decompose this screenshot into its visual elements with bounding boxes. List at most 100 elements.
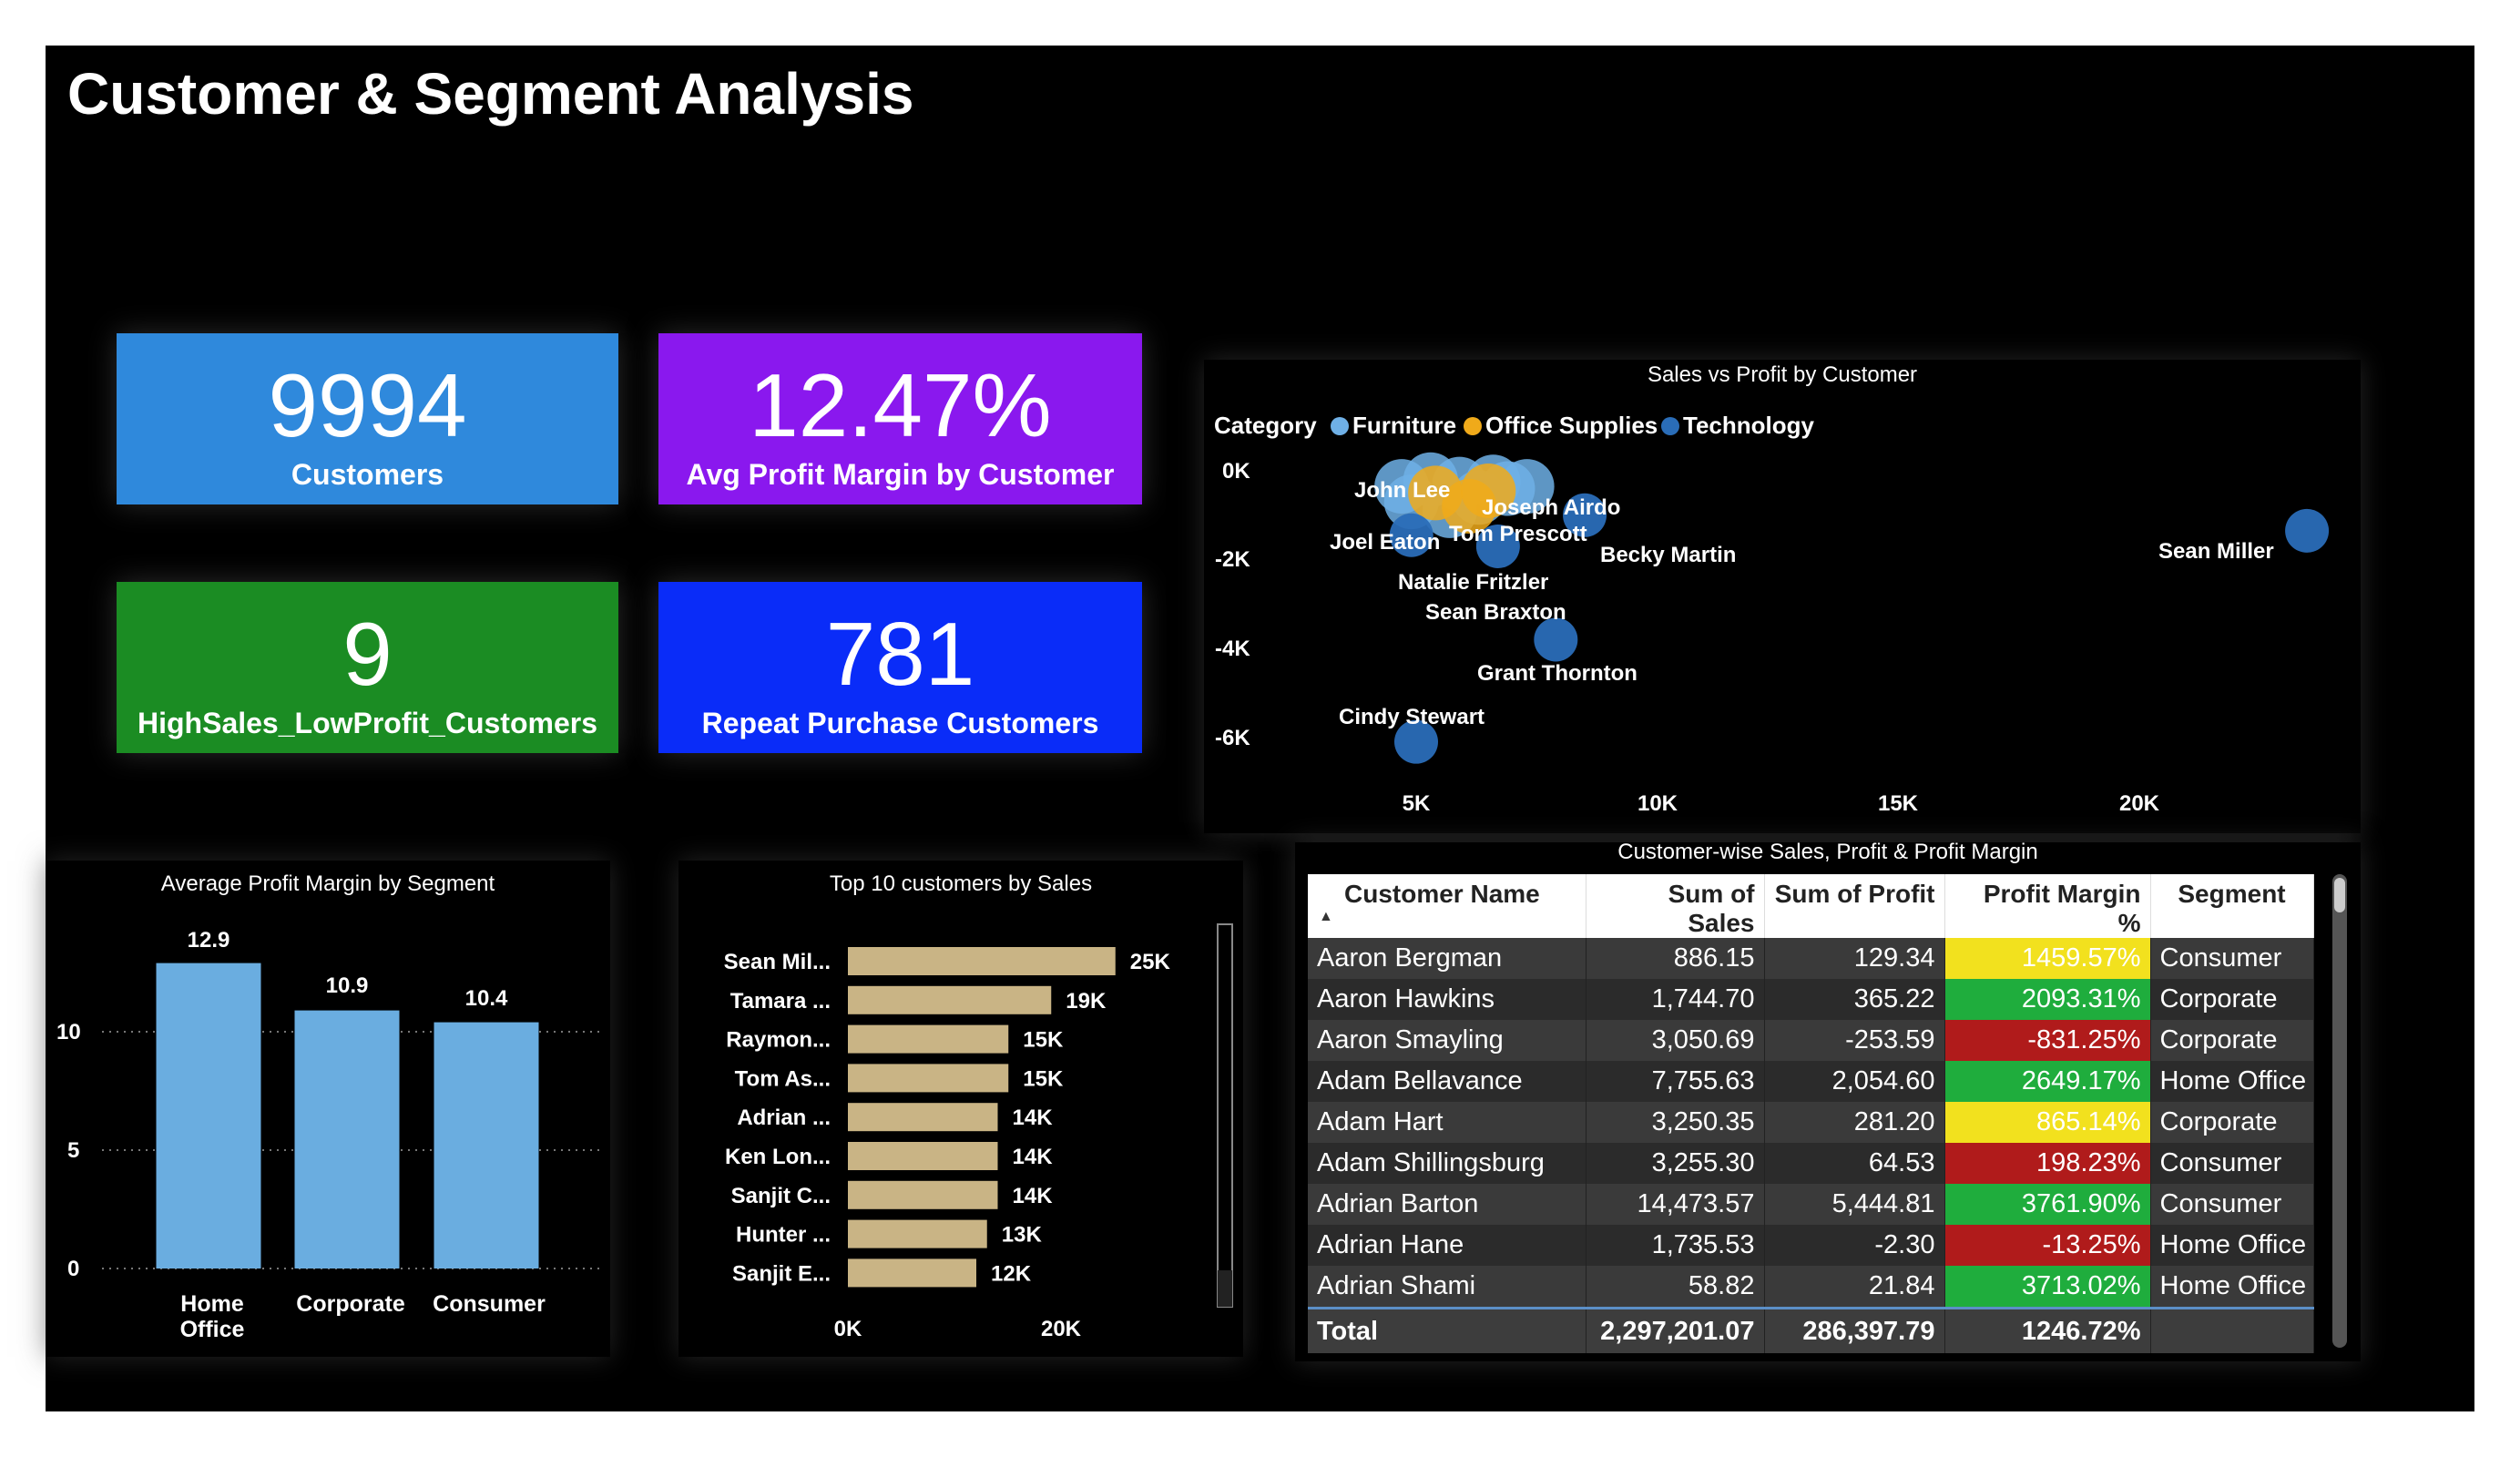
- scrollbar-base: [1218, 1270, 1232, 1307]
- customer-sales-bar[interactable]: [848, 1180, 998, 1209]
- segment-cell: Consumer: [2150, 938, 2314, 979]
- bar-data-label: 15K: [1023, 1028, 1064, 1053]
- sales-cell: 3,050.69: [1586, 1020, 1765, 1061]
- profit-cell: 64.53: [1764, 1143, 1945, 1184]
- segment-cell: Corporate: [2150, 979, 2314, 1020]
- profit-cell: 5,444.81: [1764, 1184, 1945, 1225]
- customer-sales-bar[interactable]: [848, 1024, 1009, 1054]
- bar-data-label: 25K: [1130, 950, 1171, 974]
- table-row[interactable]: Adam Hart 3,250.35 281.20 865.14% Corporate: [1308, 1102, 2314, 1143]
- bar-data-label: 15K: [1023, 1066, 1064, 1091]
- profit-margin-cell: 2649.17%: [1944, 1061, 2151, 1102]
- total-sales: 2,297,201.07: [1586, 1307, 1765, 1353]
- table-row[interactable]: Adrian Barton 14,473.57 5,444.81 3761.90% Co…: [1308, 1184, 2314, 1225]
- profit-margin-cell: 1459.57%: [1944, 938, 2151, 979]
- sales-cell: 14,473.57: [1586, 1184, 1765, 1225]
- bar-data-label: 12K: [991, 1261, 1032, 1286]
- x-tick-label: 20K: [1041, 1317, 1082, 1341]
- table-row[interactable]: Adrian Shami 58.82 21.84 3713.02% Home Offic…: [1308, 1266, 2314, 1309]
- customer-name-label: Hunter ...: [736, 1223, 831, 1248]
- table-row[interactable]: Adrian Hane 1,735.53 -2.30 -13.25% Home Offi…: [1308, 1225, 2314, 1266]
- table-title: Customer-wise Sales, Profit & Profit Mar…: [1617, 840, 2038, 864]
- table-total-row: Total 2,297,201.07 286,397.79 1246.72%: [1308, 1307, 2314, 1353]
- segment-cell: Corporate: [2150, 1102, 2314, 1143]
- segment-cell: Corporate: [2150, 1020, 2314, 1061]
- table-row[interactable]: Adam Shillingsburg 3,255.30 64.53 198.23% Co…: [1308, 1143, 2314, 1184]
- total-profit: 286,397.79: [1764, 1307, 1945, 1353]
- profit-margin-cell: 198.23%: [1944, 1143, 2151, 1184]
- customer-sales-bar[interactable]: [848, 1219, 987, 1248]
- table-scrollbar[interactable]: [2332, 874, 2347, 1348]
- bar-data-label: 14K: [1013, 1145, 1054, 1169]
- column-header-profit-margin[interactable]: Profit Margin %: [1944, 874, 2151, 938]
- segment-cell: Consumer: [2150, 1143, 2314, 1184]
- bar-data-label: 14K: [1013, 1184, 1054, 1208]
- segment-cell: Consumer: [2150, 1184, 2314, 1225]
- customer-sales-bar[interactable]: [848, 1142, 998, 1170]
- table-body: Aaron Bergman 886.15 129.34 1459.57% Consume…: [1308, 938, 2314, 1309]
- customer-sales-bar[interactable]: [848, 1064, 1009, 1093]
- customer-name-cell: Aaron Hawkins: [1308, 979, 1586, 1020]
- sales-cell: 7,755.63: [1586, 1061, 1765, 1102]
- profit-margin-cell: -831.25%: [1944, 1020, 2151, 1061]
- bar-data-label: 19K: [1066, 989, 1107, 1014]
- customer-name-label: Tamara ...: [730, 989, 831, 1014]
- profit-cell: 21.84: [1764, 1266, 1945, 1309]
- customer-name-cell: Aaron Bergman: [1308, 938, 1586, 979]
- sales-cell: 1,744.70: [1586, 979, 1765, 1020]
- x-tick-label: 0K: [834, 1317, 862, 1341]
- customer-sales-bar[interactable]: [848, 1103, 998, 1132]
- top-customers-bars: Sean Mil... 25K Tamara ... 19K Raymon... 15K T…: [724, 947, 1171, 1288]
- segment-cell: Home Office: [2150, 1266, 2314, 1309]
- customer-name-cell: Adam Hart: [1308, 1102, 1586, 1143]
- table-row[interactable]: Adam Bellavance 7,755.63 2,054.60 2649.17% H…: [1308, 1061, 2314, 1102]
- table-row[interactable]: Aaron Smayling 3,050.69 -253.59 -831.25% Cor…: [1308, 1020, 2314, 1061]
- profit-margin-cell: 3761.90%: [1944, 1184, 2151, 1225]
- profit-margin-cell: 865.14%: [1944, 1102, 2151, 1143]
- profit-cell: 129.34: [1764, 938, 1945, 979]
- sales-cell: 3,255.30: [1586, 1143, 1765, 1184]
- customer-table: Customer Name ▲ Sum of Sales Sum of Prof…: [1308, 874, 2314, 1353]
- customer-name-label: Tom As...: [735, 1066, 831, 1091]
- customer-name-label: Raymon...: [726, 1028, 831, 1053]
- profit-cell: 365.22: [1764, 979, 1945, 1020]
- column-header-sum-of-profit[interactable]: Sum of Profit: [1764, 874, 1945, 938]
- sales-cell: 1,735.53: [1586, 1225, 1765, 1266]
- customer-sales-bar[interactable]: [848, 1258, 976, 1288]
- customer-name-cell: Adrian Hane: [1308, 1225, 1586, 1266]
- customer-name-label: Sean Mil...: [724, 950, 831, 974]
- total-margin: 1246.72%: [1944, 1307, 2151, 1353]
- customer-sales-bar[interactable]: [848, 947, 1116, 975]
- profit-cell: -253.59: [1764, 1020, 1945, 1061]
- customer-sales-bar[interactable]: [848, 985, 1052, 1014]
- customer-name-label: Adrian ...: [737, 1105, 831, 1130]
- customer-name-label: Ken Lon...: [725, 1145, 831, 1169]
- sales-cell: 886.15: [1586, 938, 1765, 979]
- customer-name-cell: Adrian Barton: [1308, 1184, 1586, 1225]
- table-scrollbar-thumb[interactable]: [2334, 878, 2345, 912]
- sort-ascending-icon[interactable]: ▲: [1319, 909, 1333, 925]
- table-row[interactable]: Aaron Hawkins 1,744.70 365.22 2093.31% Corpo…: [1308, 979, 2314, 1020]
- column-header-label: Customer Name: [1344, 880, 1540, 908]
- sales-cell: 58.82: [1586, 1266, 1765, 1309]
- customer-name-cell: Aaron Smayling: [1308, 1020, 1586, 1061]
- segment-cell: Home Office: [2150, 1225, 2314, 1266]
- column-header-customer-name[interactable]: Customer Name ▲: [1308, 874, 1586, 938]
- bar-data-label: 14K: [1013, 1105, 1054, 1130]
- segment-cell: Home Office: [2150, 1061, 2314, 1102]
- total-label: Total: [1308, 1307, 1586, 1353]
- column-header-sum-of-sales[interactable]: Sum of Sales: [1586, 874, 1765, 938]
- bar-data-label: 13K: [1002, 1223, 1043, 1248]
- sales-cell: 3,250.35: [1586, 1102, 1765, 1143]
- profit-cell: 2,054.60: [1764, 1061, 1945, 1102]
- customer-name-cell: Adam Shillingsburg: [1308, 1143, 1586, 1184]
- column-header-segment[interactable]: Segment: [2150, 874, 2314, 938]
- customer-name-cell: Adam Bellavance: [1308, 1061, 1586, 1102]
- profit-margin-cell: -13.25%: [1944, 1225, 2151, 1266]
- customer-name-label: Sanjit C...: [731, 1184, 831, 1208]
- profit-cell: 281.20: [1764, 1102, 1945, 1143]
- table-row[interactable]: Aaron Bergman 886.15 129.34 1459.57% Consume…: [1308, 938, 2314, 979]
- profit-cell: -2.30: [1764, 1225, 1945, 1266]
- table-header-row: Customer Name ▲ Sum of Sales Sum of Prof…: [1308, 874, 2314, 938]
- scrollbar-track[interactable]: [1217, 923, 1233, 1308]
